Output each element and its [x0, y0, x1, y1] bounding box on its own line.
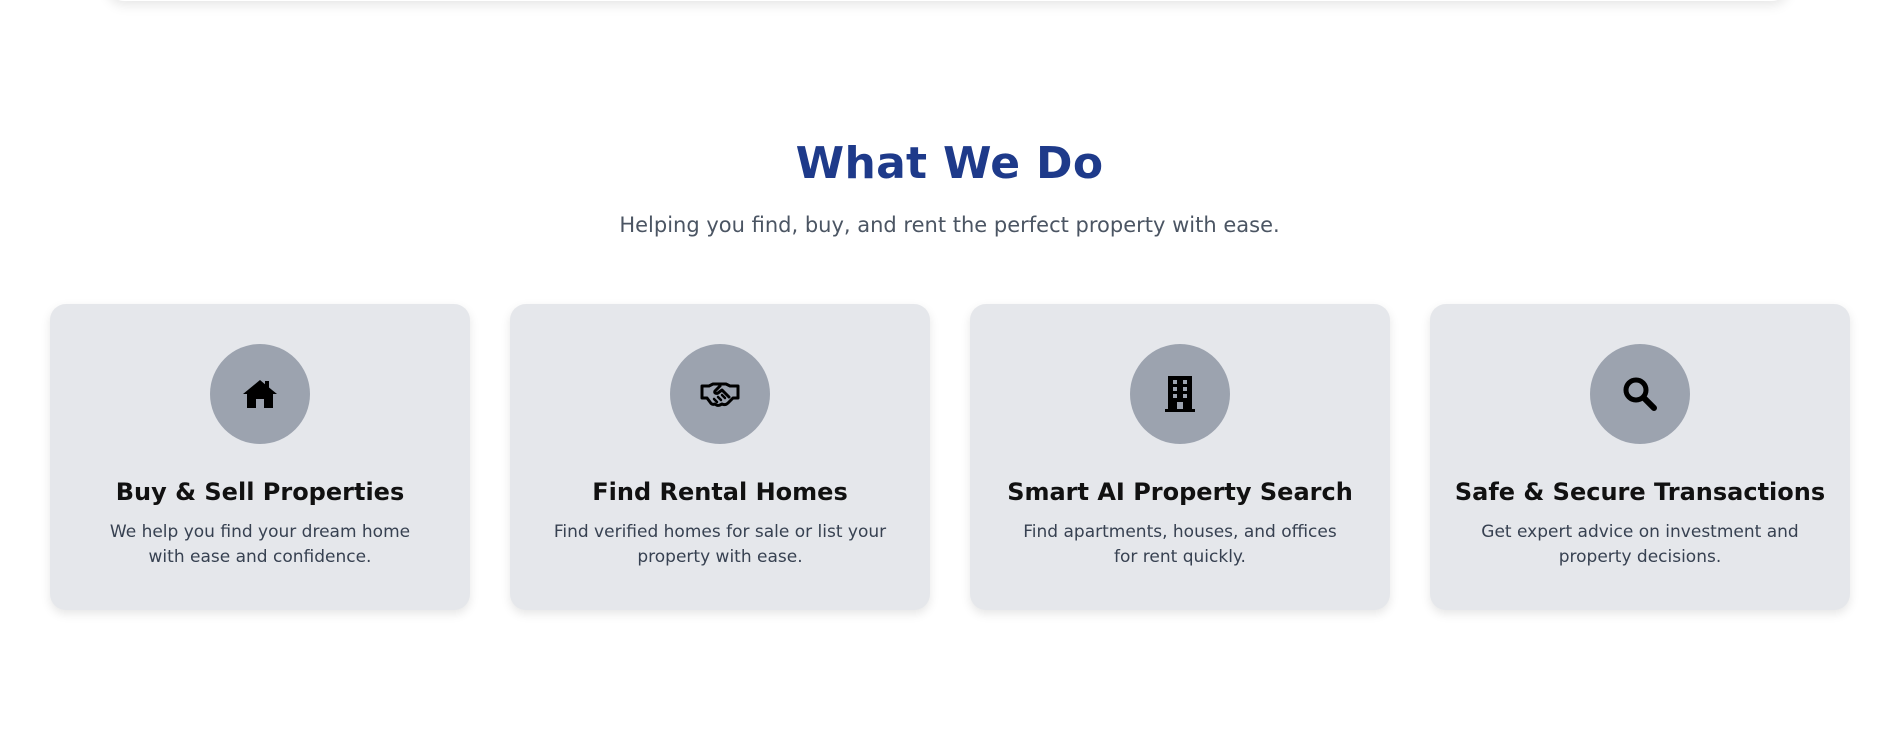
- card-description: We help you find your dream home with ea…: [109, 522, 411, 567]
- card-description: Find apartments, houses, and offices for…: [1023, 522, 1337, 567]
- card-description: Find verified homes for sale or list you…: [553, 522, 887, 567]
- building-icon: [1165, 376, 1195, 412]
- card-description: Get expert advice on investment and prop…: [1481, 522, 1799, 567]
- handshake-icon: [700, 382, 740, 407]
- section-title: What We Do: [795, 138, 1104, 189]
- icon-circle: [1130, 344, 1230, 444]
- icon-circle: [210, 344, 310, 444]
- card-title: Safe & Secure Transactions: [1454, 478, 1826, 506]
- service-card-secure: Safe & Secure Transactions Get expert ad…: [1430, 304, 1850, 610]
- card-title: Find Rental Homes: [592, 478, 848, 506]
- service-card-rental: Find Rental Homes Find verified homes fo…: [510, 304, 930, 610]
- card-title: Buy & Sell Properties: [115, 478, 405, 506]
- service-card-ai-search: Smart AI Property Search Find apartments…: [970, 304, 1390, 610]
- page: What We Do Helping you find, buy, and re…: [0, 0, 1899, 747]
- icon-circle: [670, 344, 770, 444]
- what-we-do-section: What We Do Helping you find, buy, and re…: [0, 0, 1899, 747]
- search-icon: [1623, 377, 1657, 411]
- home-icon: [243, 380, 277, 408]
- section-subtitle: Helping you find, buy, and rent the perf…: [619, 213, 1280, 237]
- icon-circle: [1590, 344, 1690, 444]
- service-card-buy-sell: Buy & Sell Properties We help you find y…: [50, 304, 470, 610]
- service-cards: Buy & Sell Properties We help you find y…: [50, 304, 1850, 610]
- card-title: Smart AI Property Search: [1007, 478, 1353, 506]
